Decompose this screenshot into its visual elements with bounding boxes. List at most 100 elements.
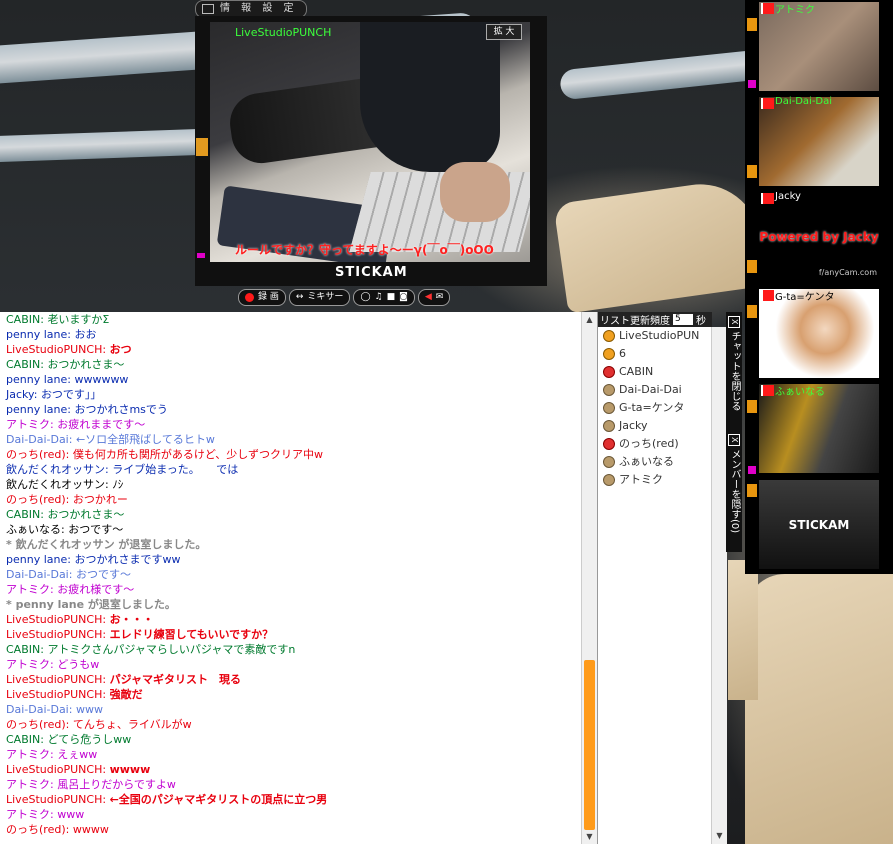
record-button[interactable]: 録 画 — [238, 289, 286, 306]
media-buttons[interactable]: ◯ ♫ ■ ◙ — [353, 289, 415, 306]
chat-scrollbar[interactable]: ▲ ▼ — [581, 312, 597, 844]
cam-name: Dai-Dai-Dai — [775, 96, 833, 107]
member-item[interactable]: Dai-Dai-Dai — [598, 381, 712, 399]
chat-username: のっち(red) — [6, 493, 66, 506]
flag-icon — [761, 3, 774, 14]
scroll-down-icon[interactable]: ▼ — [714, 831, 725, 842]
chat-text: wwwwww — [74, 373, 129, 386]
chat-text: どうもw — [57, 658, 100, 671]
chat-message: 飲んだくれオッサン: ﾉｼ — [6, 478, 124, 491]
guest-cam-6[interactable]: STICKAM — [745, 478, 893, 573]
speaker-icon[interactable] — [747, 165, 757, 178]
member-name: CABIN — [619, 365, 654, 378]
chat-text: てんちょ、ライバルがw — [72, 718, 192, 731]
mail-icon[interactable]: ✉ — [436, 290, 444, 305]
chat-message: penny lane: おお — [6, 328, 97, 341]
chat-log[interactable]: CABIN: 老いますかΣ penny lane: おお LiveStudioPUN… — [0, 312, 581, 844]
refresh-interval-select[interactable]: 5 — [673, 314, 693, 325]
mixer-button[interactable]: ↔ ミキサー — [288, 289, 351, 306]
video-camera-icon[interactable]: ■ — [387, 290, 396, 305]
flag-icon — [761, 193, 774, 204]
guest-cam-2[interactable]: Dai-Dai-Dai — [745, 95, 893, 190]
hide-members-tab[interactable]: Xメンバーを隠す(0) — [728, 434, 740, 533]
chat-username: 飲んだくれオッサン — [6, 478, 105, 491]
chat-username: LiveStudioPUNCH — [6, 688, 103, 701]
broadcaster-name: LiveStudioPUNCH — [235, 26, 332, 39]
scroll-down-icon[interactable]: ▼ — [584, 831, 595, 842]
chat-message: * 飲んだくれオッサン が退室しました。 — [0, 537, 581, 552]
chat-message: のっち(red): 僕も何カ所も関所があるけど、少しずつクリア中w — [6, 448, 324, 461]
chat-text: パジャマギタリスト 現る — [109, 673, 242, 686]
chat-message: アトミク: www — [6, 808, 85, 821]
scroll-thumb[interactable] — [584, 660, 595, 830]
speaker-icon[interactable] — [747, 484, 757, 497]
system-message: * 飲んだくれオッサン が退室しました。 — [6, 538, 207, 551]
chat-message: penny lane: wwwwww — [6, 373, 129, 386]
avatar-icon — [603, 402, 615, 414]
guest-cam-1[interactable]: アトミク — [745, 0, 893, 95]
chat-text: wwww — [109, 763, 151, 776]
chat-message: アトミク: お疲れ様です〜 — [6, 583, 135, 596]
chat-message: のっち(red): おつかれー — [6, 493, 128, 506]
member-item[interactable]: LiveStudioPUN — [598, 327, 712, 345]
speaker-mute-icon[interactable]: ◀ — [425, 290, 432, 305]
chat-text: エレドリ練習してもいいですか？ — [109, 628, 274, 641]
chat-message: LiveStudioPUNCH: 強敵だ — [6, 688, 143, 701]
speaker-icon[interactable] — [747, 18, 757, 31]
chat-message: penny lane: おつかれさまですww — [6, 553, 181, 566]
member-scrollbar[interactable]: ▼ — [711, 327, 727, 844]
stickam-logo: STICKAM — [335, 265, 408, 280]
chat-username: Dai-Dai-Dai — [6, 568, 69, 581]
chat-text: www — [57, 808, 85, 821]
mute-mail-buttons[interactable]: ◀ ✉ — [417, 289, 451, 306]
chat-username: アトミク — [6, 808, 50, 821]
member-item[interactable]: 6 — [598, 345, 712, 363]
member-item[interactable]: Jacky — [598, 417, 712, 435]
circle-icon[interactable]: ◯ — [360, 290, 370, 305]
guest-cam-3[interactable]: Powered by Jacky f/anyCam.com Jacky — [745, 190, 893, 285]
chat-message: LiveStudioPUNCH: wwww — [6, 763, 151, 776]
chat-username: LiveStudioPUNCH — [6, 673, 103, 686]
chat-text: www — [75, 703, 103, 716]
chat-username: CABIN — [6, 313, 41, 326]
avatar-icon — [603, 366, 615, 378]
chat-text: アトミクさんパジャマらしいパジャマで素敵ですn — [47, 643, 296, 656]
chat-username: アトミク — [6, 583, 50, 596]
member-item[interactable]: アトミク — [598, 471, 712, 489]
member-item[interactable]: のっち(red) — [598, 435, 712, 453]
guest-cam-5[interactable]: ふぁいなる — [745, 382, 893, 477]
music-icon[interactable]: ♫ — [375, 290, 383, 305]
member-item[interactable]: ふぁいなる — [598, 453, 712, 471]
photo-camera-icon[interactable]: ◙ — [399, 290, 408, 305]
member-item[interactable]: G-ta=ケンタ — [598, 399, 712, 417]
chat-text: おつかれー — [72, 493, 128, 506]
avatar-icon — [603, 474, 615, 486]
chat-text: おつです〜 — [68, 523, 124, 536]
speaker-icon[interactable] — [747, 305, 757, 318]
chat-username: 飲んだくれオッサン — [6, 463, 105, 476]
chat-text: ライブ始まった。 では — [112, 463, 239, 476]
member-item[interactable]: CABIN — [598, 363, 712, 381]
guest-cam-4[interactable]: G-ta=ケンタ — [745, 287, 893, 382]
guitar-icon[interactable] — [196, 138, 208, 156]
chat-text: おつ — [109, 343, 132, 356]
member-name: LiveStudioPUN — [619, 329, 700, 342]
main-video[interactable]: LiveStudioPUNCH 拡 大 ルールですか？守ってますよ〜ーγ(￣o￣… — [210, 22, 530, 262]
zoom-button[interactable]: 拡 大 — [486, 24, 522, 40]
speaker-icon[interactable] — [747, 260, 757, 273]
scroll-up-icon[interactable]: ▲ — [584, 314, 595, 325]
chat-message: LiveStudioPUNCH: お・・・ — [6, 613, 154, 626]
settings-menu[interactable]: 情 報 設 定 — [220, 1, 298, 17]
chat-text: 風呂上りだからですよw — [57, 778, 176, 791]
close-chat-tab[interactable]: Xチャットを閉じる — [728, 316, 740, 411]
chat-message: CABIN: おつかれさま〜 — [6, 358, 125, 371]
audio-level-indicator — [197, 253, 205, 258]
panel-icon[interactable] — [202, 4, 214, 14]
chat-text: wwww — [72, 823, 109, 836]
chat-message: CABIN: アトミクさんパジャマらしいパジャマで素敵ですn — [6, 643, 296, 656]
chat-username: アトミク — [6, 778, 50, 791]
member-name: のっち(red) — [619, 437, 679, 450]
member-list: リスト更新頻度 5 秒 LiveStudioPUN 6 CABIN Dai-Dai-D… — [597, 312, 712, 844]
speaker-icon[interactable] — [747, 400, 757, 413]
chat-message: アトミク: 風呂上りだからですよw — [6, 778, 176, 791]
